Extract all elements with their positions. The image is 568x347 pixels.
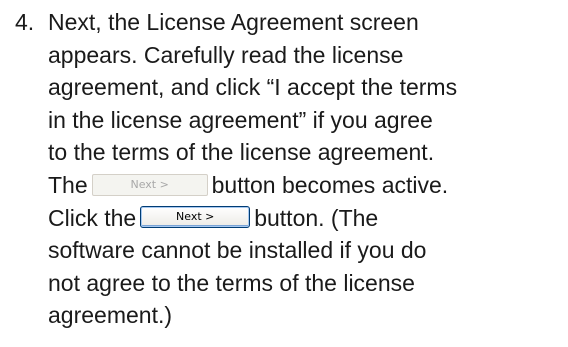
step-line-1: Next, the License Agreement screen — [48, 9, 419, 35]
step-line-7-end: button. (The — [254, 204, 379, 231]
step-line-4: in the license agreement” if you agree — [48, 106, 433, 133]
step-number: 4. — [15, 9, 35, 35]
step-line-10: agreement.) — [48, 302, 173, 329]
next-button-active-illustration: Next > — [140, 206, 251, 229]
step-text: Next, the License Agreement screen appea… — [48, 6, 563, 332]
step-line-2: appears. Carefully read the license — [48, 41, 404, 68]
step-line-6-end: button becomes active. — [211, 171, 449, 198]
step-line-9: not agree to the terms of the license — [48, 269, 415, 296]
step-line-6-start: The — [48, 171, 88, 198]
step-line-6: The Next > button becomes active. — [48, 169, 563, 202]
step-line-7: Click the Next > button. (The — [48, 202, 563, 235]
step-line-5: to the terms of the license agreement. — [48, 139, 435, 166]
step-line-8: software cannot be installed if you do — [48, 237, 427, 264]
step-line-7-start: Click the — [48, 204, 137, 231]
step-line-3: agreement, and click “I accept the terms — [48, 74, 458, 101]
next-button-disabled-illustration: Next > — [91, 173, 208, 196]
